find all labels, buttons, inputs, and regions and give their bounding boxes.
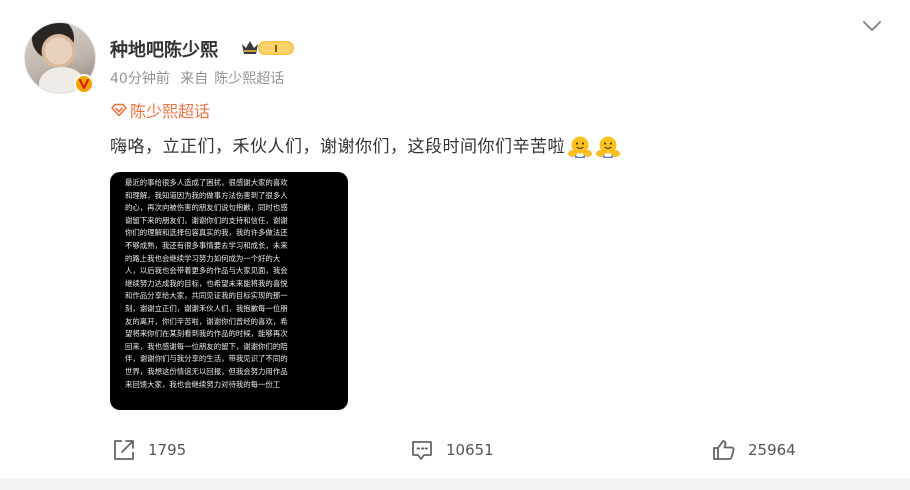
- topic-label[interactable]: 陈少熙超话: [130, 98, 210, 122]
- super-topic-icon: [111, 103, 127, 117]
- thumbs-up-icon: [713, 440, 735, 460]
- post-text-content: 嗨咯，立正们，禾伙人们，谢谢你们，这段时间你们辛苦啦: [110, 137, 565, 157]
- image-text-line: 的心，再次向被伤害的朋友们说句抱歉，同时也感: [125, 203, 288, 213]
- like-count: 25964: [748, 441, 796, 459]
- image-text-line: 望将来你们在某刻看到我的作品的时候，能够再次: [125, 329, 288, 339]
- image-text-line: 你们的理解和选择包容真实的我，我的许多做法还: [125, 228, 288, 238]
- image-text-line: 不够成熟，我还有很多事情要去学习和成长，未来: [125, 240, 288, 250]
- image-text-line: 和理解，我知道因为我的做事方法伤害到了很多人: [125, 190, 288, 200]
- chevron-down-icon[interactable]: [861, 18, 883, 34]
- post-image[interactable]: 最近的事给很多人造成了困扰，很感谢大家的喜欢 和理解，我知道因为我的做事方法伤害到…: [110, 172, 348, 410]
- comment-icon: [412, 441, 432, 460]
- post-image-text: 最近的事给很多人造成了困扰，很感谢大家的喜欢 和理解，我知道因为我的做事方法伤害到…: [110, 172, 348, 391]
- image-text-line: 最近的事给很多人造成了困扰，很感谢大家的喜欢: [125, 178, 288, 187]
- post-time[interactable]: 40分钟前: [110, 71, 170, 87]
- like-button[interactable]: 25964: [712, 438, 796, 462]
- image-text-line: 来回馈大家，我也会继续努力对待我的每一份工: [125, 379, 281, 389]
- share-icon: [114, 440, 134, 460]
- source-prefix: 来自: [180, 71, 209, 87]
- image-text-line: 刻，谢谢立正们，谢谢禾伙人们，我抱歉每一位朋: [125, 303, 288, 313]
- post-source[interactable]: 陈少熙超话: [214, 71, 284, 87]
- username[interactable]: 种地吧陈少熙: [110, 36, 218, 62]
- image-text-line: 和作品分享给大家，共同见证我的目标实现的那一: [125, 291, 288, 301]
- topic-link[interactable]: 陈少熙超话: [110, 98, 210, 122]
- hug-emoji: [596, 136, 620, 158]
- post-text: 嗨咯，立正们，禾伙人们，谢谢你们，这段时间你们辛苦啦: [110, 132, 621, 160]
- image-text-line: 人，以后我也会带着更多的作品与大家见面，我会: [125, 266, 288, 276]
- image-text-line: 的路上我也会继续学习努力如何成为一个好的大: [125, 253, 281, 263]
- image-text-line: 继续努力达成我的目标，也希望未来能将我的喜悦: [125, 278, 288, 288]
- comment-button[interactable]: 10651: [410, 438, 494, 462]
- image-text-line: 友的离开，你们辛苦啦，谢谢你们曾经的喜欢，希: [125, 316, 288, 326]
- share-button[interactable]: 1795: [112, 438, 186, 462]
- level-text: I: [274, 44, 278, 55]
- image-text-line: 谢留下来的朋友们，谢谢你们的支持和信任，谢谢: [125, 215, 288, 225]
- comment-count: 10651: [446, 441, 494, 459]
- hug-emoji: [568, 136, 592, 158]
- image-text-line: 世界，我想这份情谊无以回报，但我会努力用作品: [125, 366, 288, 376]
- user-level-badge[interactable]: I: [240, 38, 296, 58]
- post-meta: 40分钟前 来自 陈少熙超话: [110, 68, 290, 88]
- verified-v-icon: [74, 74, 94, 94]
- avatar[interactable]: [24, 22, 98, 96]
- image-text-line: 伴，谢谢你们与我分享的生活，带我见识了不同的: [125, 354, 288, 364]
- weibo-post-card: 种地吧陈少熙 I 40分钟前 来自 陈少熙超话 陈少熙超话 嗨咯，立正们，禾伙人们…: [0, 0, 910, 478]
- image-text-line: 回来，我也感谢每一位朋友的留下，谢谢你们的陪: [125, 341, 288, 351]
- share-count: 1795: [148, 441, 187, 459]
